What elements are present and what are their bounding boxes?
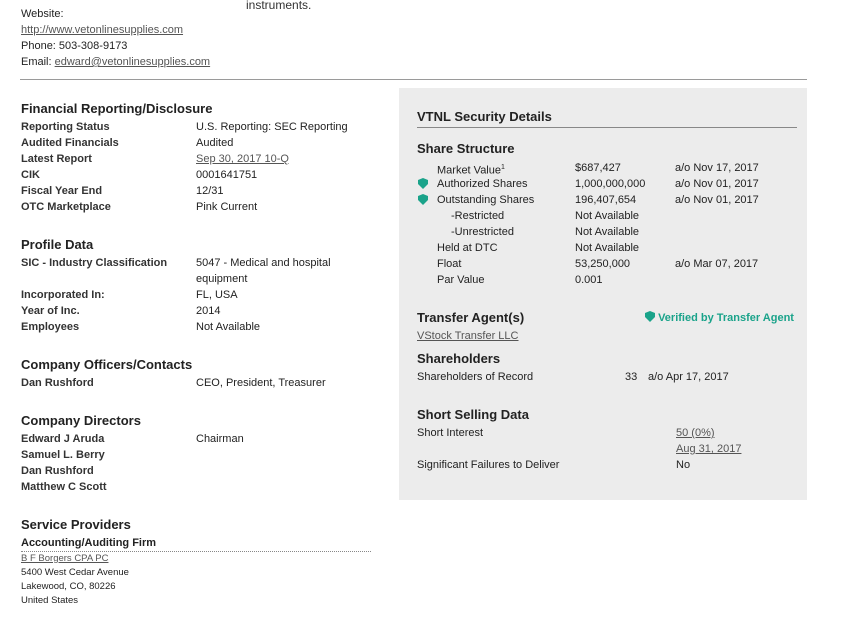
unrestricted-label: -Unrestricted — [451, 226, 514, 238]
incorporated-label: Incorporated In: — [21, 289, 105, 301]
float-date: a/o Mar 07, 2017 — [675, 258, 759, 270]
director-name: Matthew C Scott — [21, 481, 107, 493]
float-label: Float — [437, 258, 462, 270]
footnote-marker: 1 — [501, 164, 505, 171]
director-name: Edward J Aruda — [21, 433, 105, 445]
contact-block: Website: http://www.vetonlinesupplies.co… — [21, 6, 210, 70]
reporting-status-label: Reporting Status — [21, 121, 110, 133]
shareholders-date: a/o Apr 17, 2017 — [648, 371, 729, 383]
website-link[interactable]: http://www.vetonlinesupplies.com — [21, 24, 183, 36]
latest-report-label: Latest Report — [21, 153, 92, 165]
dtc-value: Not Available — [575, 242, 640, 254]
short-selling-title: Short Selling Data — [417, 407, 529, 422]
short-interest-link[interactable]: 50 (0%) — [676, 427, 715, 439]
verified-badge: Verified by Transfer Agent — [645, 310, 794, 326]
firm-address-line2: Lakewood, CO, 80226 — [21, 581, 116, 592]
officer-role: CEO, President, Treasurer — [196, 377, 326, 389]
latest-report-link[interactable]: Sep 30, 2017 10-Q — [196, 153, 289, 165]
cik-label: CIK — [21, 169, 40, 181]
employees-label: Employees — [21, 321, 80, 333]
employees-value: Not Available — [196, 321, 261, 333]
auditing-firm-heading: Accounting/Auditing Firm — [21, 536, 371, 552]
short-interest-label: Short Interest — [417, 427, 484, 439]
transfer-agent-title: Transfer Agent(s) — [417, 310, 525, 325]
year-inc-label: Year of Inc. — [21, 305, 80, 317]
restricted-label: -Restricted — [451, 210, 505, 222]
float-value: 53,250,000 — [575, 258, 631, 270]
par-value-label: Par Value — [437, 274, 485, 286]
year-inc-value: 2014 — [196, 305, 221, 317]
market-value-date: a/o Nov 17, 2017 — [675, 162, 759, 174]
outstanding-value: 196,407,654 — [575, 194, 637, 206]
director-role: Chairman — [196, 433, 244, 445]
restricted-value: Not Available — [575, 210, 640, 222]
shield-verified-icon — [418, 178, 428, 189]
short-interest-date-link[interactable]: Aug 31, 2017 — [676, 443, 741, 455]
shareholders-value: 33 — [625, 371, 638, 383]
outstanding-label: Outstanding Shares — [437, 194, 535, 206]
authorized-label: Authorized Shares — [437, 178, 528, 190]
ftd-value: No — [676, 459, 691, 471]
audited-label: Audited Financials — [21, 137, 119, 149]
firm-address-line3: United States — [21, 595, 79, 606]
sic-value-line2: equipment — [196, 273, 248, 285]
authorized-date: a/o Nov 01, 2017 — [675, 178, 759, 190]
incorporated-value: FL, USA — [196, 289, 238, 301]
dtc-label: Held at DTC — [437, 242, 498, 254]
sic-label: SIC - Industry Classification — [21, 257, 168, 269]
market-value-label: Market Value1 — [437, 164, 505, 177]
marketplace-label: OTC Marketplace — [21, 201, 111, 213]
email-label: Email: — [21, 56, 52, 68]
sic-value-line1: 5047 - Medical and hospital — [196, 257, 331, 269]
marketplace-value: Pink Current — [196, 201, 258, 213]
phone-text: Phone: 503-308-9173 — [21, 40, 128, 52]
panel-divider — [417, 127, 797, 128]
officer-name: Dan Rushford — [21, 377, 94, 389]
unrestricted-value: Not Available — [575, 226, 640, 238]
shareholders-title: Shareholders — [417, 351, 501, 366]
outstanding-date: a/o Nov 01, 2017 — [675, 194, 759, 206]
transfer-agent-link[interactable]: VStock Transfer LLC — [417, 330, 519, 342]
shareholders-label: Shareholders of Record — [417, 371, 534, 383]
auditing-firm-link[interactable]: B F Borgers CPA PC — [21, 553, 108, 564]
reporting-status-value: U.S. Reporting: SEC Reporting — [196, 121, 348, 133]
director-name: Dan Rushford — [21, 465, 94, 477]
cik-value: 0001641751 — [196, 169, 258, 181]
financial-title: Financial Reporting/Disclosure — [21, 101, 213, 116]
firm-address-line1: 5400 West Cedar Avenue — [21, 567, 129, 578]
security-title: VTNL Security Details — [417, 109, 552, 124]
shield-verified-icon — [645, 311, 655, 322]
email-link[interactable]: edward@vetonlinesupplies.com — [55, 56, 210, 68]
authorized-value: 1,000,000,000 — [575, 178, 646, 190]
directors-title: Company Directors — [21, 413, 141, 428]
market-value: $687,427 — [575, 162, 621, 174]
officers-title: Company Officers/Contacts — [21, 357, 193, 372]
security-details-panel: VTNL Security Details Share Structure Ma… — [399, 88, 807, 500]
audited-value: Audited — [196, 137, 234, 149]
profile-title: Profile Data — [21, 237, 94, 252]
description-tail: instruments. — [246, 0, 312, 12]
share-structure-title: Share Structure — [417, 141, 515, 156]
fiscal-year-label: Fiscal Year End — [21, 185, 103, 197]
fiscal-year-value: 12/31 — [196, 185, 224, 197]
ftd-label: Significant Failures to Deliver — [417, 459, 560, 471]
shield-verified-icon — [418, 194, 428, 205]
director-name: Samuel L. Berry — [21, 449, 105, 461]
verified-text: Verified by Transfer Agent — [658, 312, 794, 324]
services-title: Service Providers — [21, 517, 131, 532]
website-label: Website: — [21, 8, 64, 20]
section-divider — [20, 79, 807, 80]
par-value: 0.001 — [575, 274, 603, 286]
